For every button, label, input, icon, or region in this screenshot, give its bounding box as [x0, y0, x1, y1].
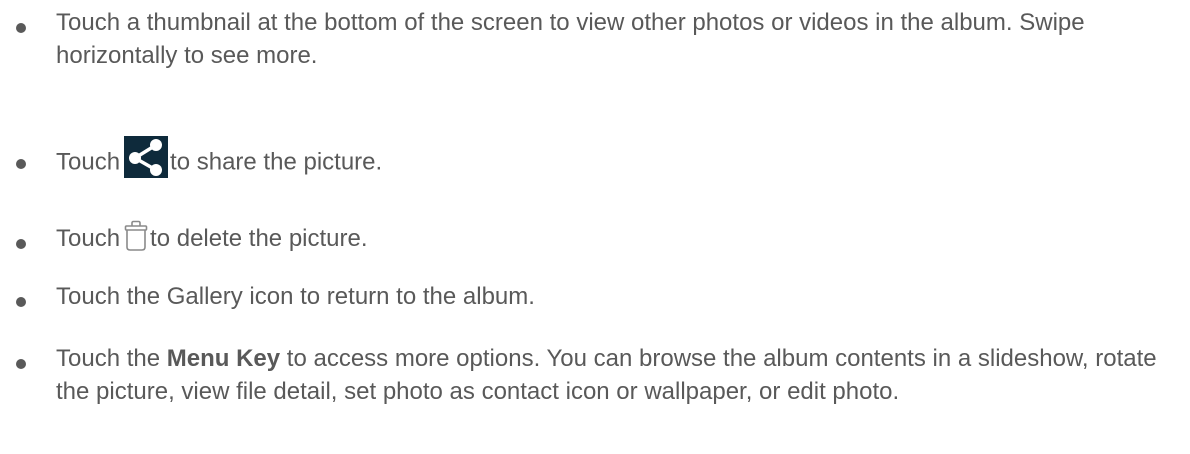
share-icon	[124, 136, 169, 184]
bullet-dot	[16, 23, 26, 33]
list-item-text: Touch the Gallery icon to return to the …	[56, 283, 535, 310]
list-item-text: Touch to share the picture.	[56, 136, 1166, 184]
text-before-bold: Touch the	[56, 345, 161, 372]
list-item-text: Touch the Menu Key to access more option…	[56, 342, 1166, 408]
bullet-dot	[16, 239, 26, 249]
bullet-dot	[16, 159, 26, 169]
text-after-icon: to delete the picture.	[150, 225, 368, 252]
text-before-icon: Touch	[56, 148, 121, 176]
bullet-dot	[16, 297, 26, 307]
text-after-icon: to share the picture.	[170, 148, 383, 176]
bullet-dot	[16, 359, 26, 369]
menu-key-label: Menu Key	[166, 345, 281, 372]
trash-icon	[124, 220, 148, 256]
list-item-text: Touch to delete the picture.	[56, 220, 1166, 256]
text-before-icon: Touch	[56, 225, 121, 252]
list-item-text: Touch a thumbnail at the bottom of the s…	[56, 9, 1085, 69]
